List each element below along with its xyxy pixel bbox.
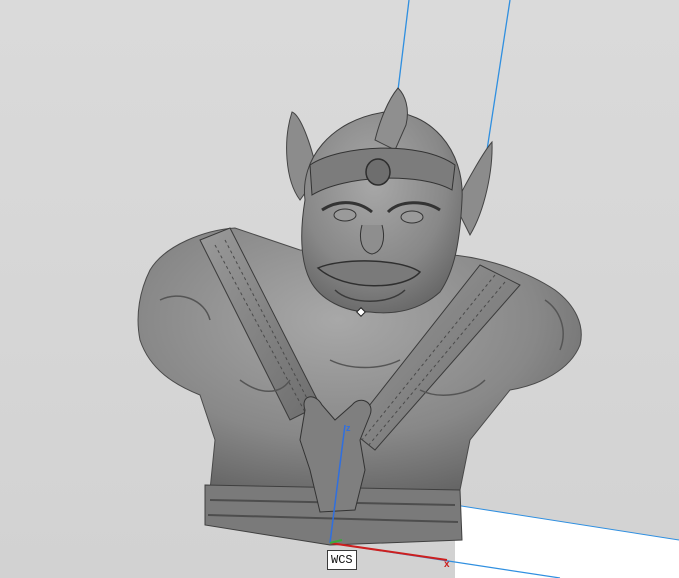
eye-right <box>400 210 424 224</box>
x-axis-label: x <box>444 559 450 570</box>
eye-left <box>333 208 357 222</box>
scene-canvas[interactable] <box>0 0 679 578</box>
bounding-line-right <box>486 0 511 151</box>
bust-model[interactable] <box>137 87 582 546</box>
headband-gem <box>365 158 391 186</box>
z-axis-label: z <box>346 423 351 433</box>
3d-viewport[interactable]: WCS x z <box>0 0 679 578</box>
bounding-line-left <box>397 0 410 91</box>
wcs-label: WCS <box>327 550 357 570</box>
